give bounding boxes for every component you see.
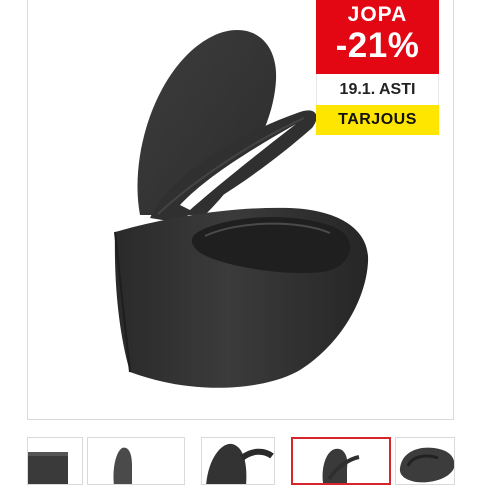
thumbnail-2[interactable] [87,437,185,485]
badge-line1: JOPA [347,3,408,26]
badge-discount-panel: JOPA -21% [316,0,439,74]
discount-badge: JOPA -21% 19.1. ASTI TARJOUS [316,0,439,135]
thumbnail-gallery [0,437,480,485]
thumbnail-3[interactable] [201,437,275,485]
thumbnail-5[interactable] [395,437,455,485]
badge-discount: -21% [335,26,420,65]
badge-tag: TARJOUS [316,105,439,135]
badge-until-date: 19.1. ASTI [316,74,439,105]
thumbnail-1[interactable] [27,437,83,485]
thumbnail-4[interactable] [291,437,391,485]
